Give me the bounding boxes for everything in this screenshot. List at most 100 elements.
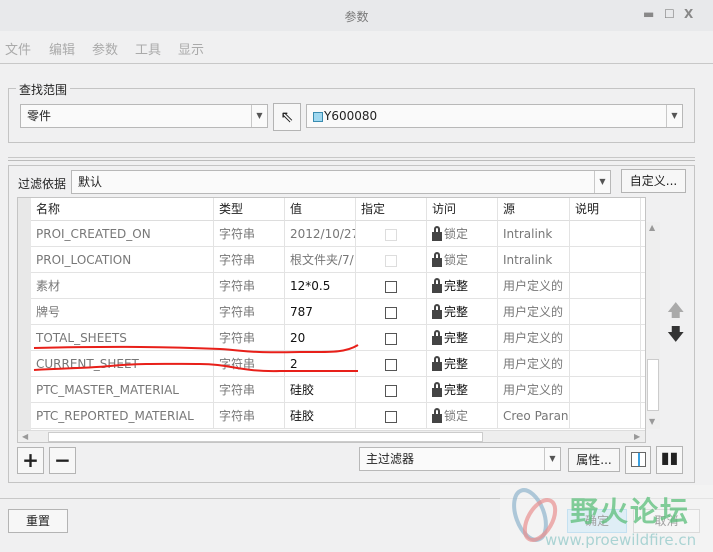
cell-value[interactable]: 787 <box>285 299 356 325</box>
cell-name: PTC_MASTER_MATERIAL <box>31 377 214 403</box>
cell-value[interactable]: 硅胶 <box>285 377 356 403</box>
minimize-button[interactable]: ▬ <box>643 7 654 21</box>
cell-value[interactable]: 12*0.5 <box>285 273 356 299</box>
watermark-url: www.proewildfire.cn <box>545 531 697 549</box>
cell-access: 完整 <box>427 325 498 351</box>
filter-select[interactable]: 默认 ▼ <box>71 170 611 194</box>
cell-designated[interactable] <box>356 403 427 429</box>
cell-text: 锁定 <box>444 227 469 241</box>
menu-divider <box>0 63 713 64</box>
cell-type: 字符串 <box>214 377 285 403</box>
maximize-button[interactable]: ☐ <box>664 7 675 21</box>
cell-value[interactable]: 20 <box>285 325 356 351</box>
cell-designated[interactable] <box>356 351 427 377</box>
cell-designated[interactable] <box>356 377 427 403</box>
cell-text: 根文件夹/7/ <box>290 253 354 267</box>
chevron-down-icon: ▼ <box>544 448 560 470</box>
cell-text: PROI_LOCATION <box>36 253 132 267</box>
reset-button[interactable]: 重置 <box>8 509 68 533</box>
lock-icon <box>432 356 442 371</box>
menu-display[interactable]: 显示 <box>178 39 204 58</box>
column-header[interactable]: 访问 <box>427 198 498 221</box>
cell-value[interactable]: 硅胶 <box>285 403 356 429</box>
cell-value[interactable]: 2012/10/27 <box>285 221 356 247</box>
column-header[interactable]: 受 <box>641 198 645 221</box>
splitter[interactable] <box>8 157 695 158</box>
filter-value: 默认 <box>78 175 103 189</box>
cell-text: PTC_MASTER_MATERIAL <box>36 383 179 397</box>
cell-text: 字符串 <box>219 357 256 371</box>
scroll-down-icon[interactable]: ▼ <box>649 417 655 426</box>
move-down-arrow-icon[interactable]: 🡇 <box>667 322 684 351</box>
menu-tools[interactable]: 工具 <box>135 39 161 58</box>
find-button[interactable]: ▮▮ <box>656 446 683 474</box>
cell-value[interactable]: 根文件夹/7/ <box>285 247 356 273</box>
model-select[interactable]: Y600080 ▼ <box>306 104 683 128</box>
cell-text: 787 <box>290 305 313 319</box>
cell-source: 用户定义的 <box>498 299 570 325</box>
designated-checkbox[interactable] <box>385 332 397 345</box>
cell-type: 字符串 <box>214 247 285 273</box>
horizontal-scroll-thumb[interactable] <box>48 432 483 442</box>
column-header[interactable]: 源 <box>498 198 570 221</box>
lock-icon <box>432 304 442 319</box>
cell-text: 用户定义的 <box>503 331 564 345</box>
horizontal-scrollbar[interactable]: ◀ ▶ <box>18 430 645 442</box>
cell-text: 12*0.5 <box>290 279 331 293</box>
select-pointer-button[interactable]: ⇖ <box>273 103 301 131</box>
cell-text: 2 <box>290 357 298 371</box>
cell-text: 字符串 <box>219 279 256 293</box>
column-header[interactable]: 指定 <box>356 198 427 221</box>
scope-type-select[interactable]: 零件 ▼ <box>20 104 268 128</box>
cell-designated[interactable] <box>356 325 427 351</box>
vertical-scrollbar[interactable]: ▲ ▼ <box>646 222 660 429</box>
table-columns-icon <box>630 452 646 467</box>
cell-designated[interactable] <box>356 247 427 273</box>
close-button[interactable]: X <box>684 7 693 21</box>
menu-edit[interactable]: 编辑 <box>49 39 75 58</box>
cell-source: 用户定义的 <box>498 273 570 299</box>
cell-designated[interactable] <box>356 273 427 299</box>
cell-description <box>570 325 641 351</box>
scope-type-value: 零件 <box>27 109 52 123</box>
designated-checkbox[interactable] <box>385 254 397 267</box>
properties-button[interactable]: 属性... <box>568 448 620 472</box>
cell-text: TOTAL_SHEETS <box>36 331 127 345</box>
cell-access: 完整 <box>427 273 498 299</box>
designated-checkbox[interactable] <box>385 384 397 397</box>
cell-value[interactable]: 2 <box>285 351 356 377</box>
column-header[interactable]: 名称 <box>31 198 214 221</box>
vertical-scroll-thumb[interactable] <box>647 359 659 411</box>
column-header[interactable]: 值 <box>285 198 356 221</box>
menu-file[interactable]: 文件 <box>5 39 31 58</box>
add-parameter-button[interactable]: + <box>17 447 44 474</box>
scroll-up-icon[interactable]: ▲ <box>649 223 655 232</box>
designated-checkbox[interactable] <box>385 228 397 241</box>
designated-checkbox[interactable] <box>385 306 397 319</box>
cell-description <box>570 221 641 247</box>
cell-designated[interactable] <box>356 221 427 247</box>
customize-button[interactable]: 自定义... <box>621 169 686 193</box>
remove-parameter-button[interactable]: − <box>49 447 76 474</box>
cell-description <box>570 273 641 299</box>
scroll-left-icon[interactable]: ◀ <box>22 432 28 441</box>
scroll-right-icon[interactable]: ▶ <box>634 432 640 441</box>
cell-description <box>570 377 641 403</box>
designated-checkbox[interactable] <box>385 280 397 293</box>
column-header[interactable]: 说明 <box>570 198 641 221</box>
cell-description <box>570 299 641 325</box>
cell-designated[interactable] <box>356 299 427 325</box>
cell-name: CURRENT_SHEET <box>31 351 214 377</box>
cell-text: 牌号 <box>36 305 61 319</box>
cell-text: 完整 <box>444 305 469 319</box>
column-header[interactable]: 类型 <box>214 198 285 221</box>
menu-parameters[interactable]: 参数 <box>92 39 118 58</box>
column-setup-button[interactable] <box>625 446 651 474</box>
binoculars-icon: ▮▮ <box>660 448 679 467</box>
designated-checkbox[interactable] <box>385 358 397 371</box>
designated-checkbox[interactable] <box>385 410 397 423</box>
cell-text: 硅胶 <box>290 409 315 423</box>
cell-source: Intralink <box>498 221 570 247</box>
cell-source: Intralink <box>498 247 570 273</box>
main-filter-select[interactable]: 主过滤器 ▼ <box>359 447 561 471</box>
